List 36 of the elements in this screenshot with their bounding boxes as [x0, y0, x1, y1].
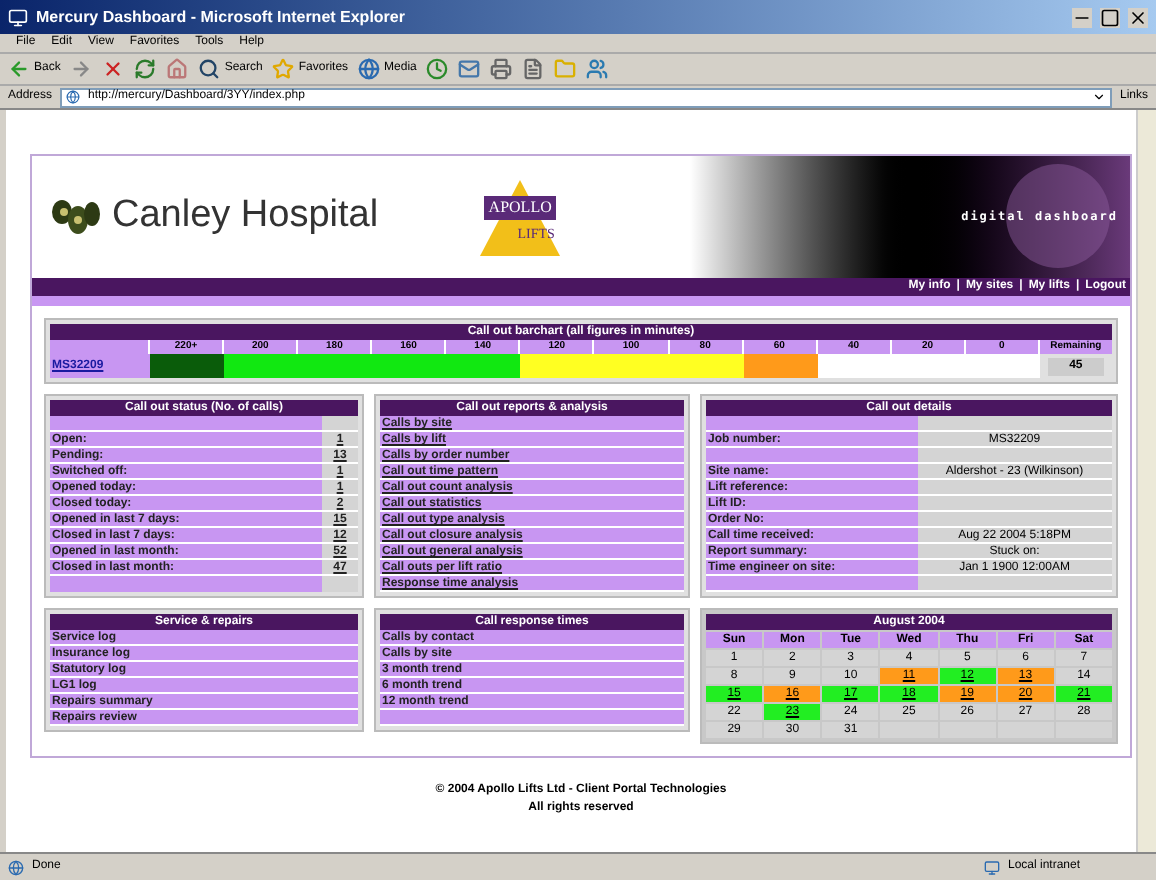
window-title: Mercury Dashboard - Microsoft Internet Explorer	[36, 5, 407, 29]
search-icon	[198, 58, 221, 80]
ie-icon	[8, 7, 28, 27]
toolbar-button[interactable]	[490, 58, 513, 80]
refresh-icon	[134, 58, 157, 80]
maximize-icon[interactable]	[1100, 7, 1120, 27]
blank-cell	[50, 340, 150, 354]
intranet-icon	[984, 859, 1000, 875]
folder-icon	[554, 58, 577, 80]
home-icon	[166, 58, 189, 80]
star-icon	[272, 58, 295, 80]
toolbar-button[interactable]	[102, 58, 125, 80]
globe-icon	[358, 58, 381, 80]
close-icon[interactable]	[1128, 7, 1148, 27]
back-icon	[8, 58, 30, 80]
minimize-icon[interactable]	[1072, 7, 1092, 27]
toolbar-button[interactable]	[166, 58, 189, 80]
hospital-name: Canley Hospital	[112, 192, 379, 241]
document-icon	[522, 58, 545, 80]
toolbar-button[interactable]	[134, 58, 157, 80]
scrollbar[interactable]	[1136, 110, 1156, 852]
forward-icon	[70, 58, 93, 80]
mail-icon	[458, 58, 481, 80]
toolbar-button[interactable]	[522, 58, 545, 80]
page-icon	[66, 90, 81, 104]
printer-icon	[490, 58, 513, 80]
toolbar-button[interactable]	[586, 58, 609, 80]
toolbar-button[interactable]	[458, 58, 481, 80]
people-icon	[586, 58, 609, 80]
dropdown-icon[interactable]	[1091, 90, 1106, 104]
toolbar-button[interactable]	[70, 58, 93, 80]
page-icon	[8, 859, 24, 875]
toolbar-button[interactable]	[426, 58, 449, 80]
leaf-logo-icon	[48, 195, 104, 239]
history-icon	[426, 58, 449, 80]
stop-icon	[102, 58, 125, 80]
